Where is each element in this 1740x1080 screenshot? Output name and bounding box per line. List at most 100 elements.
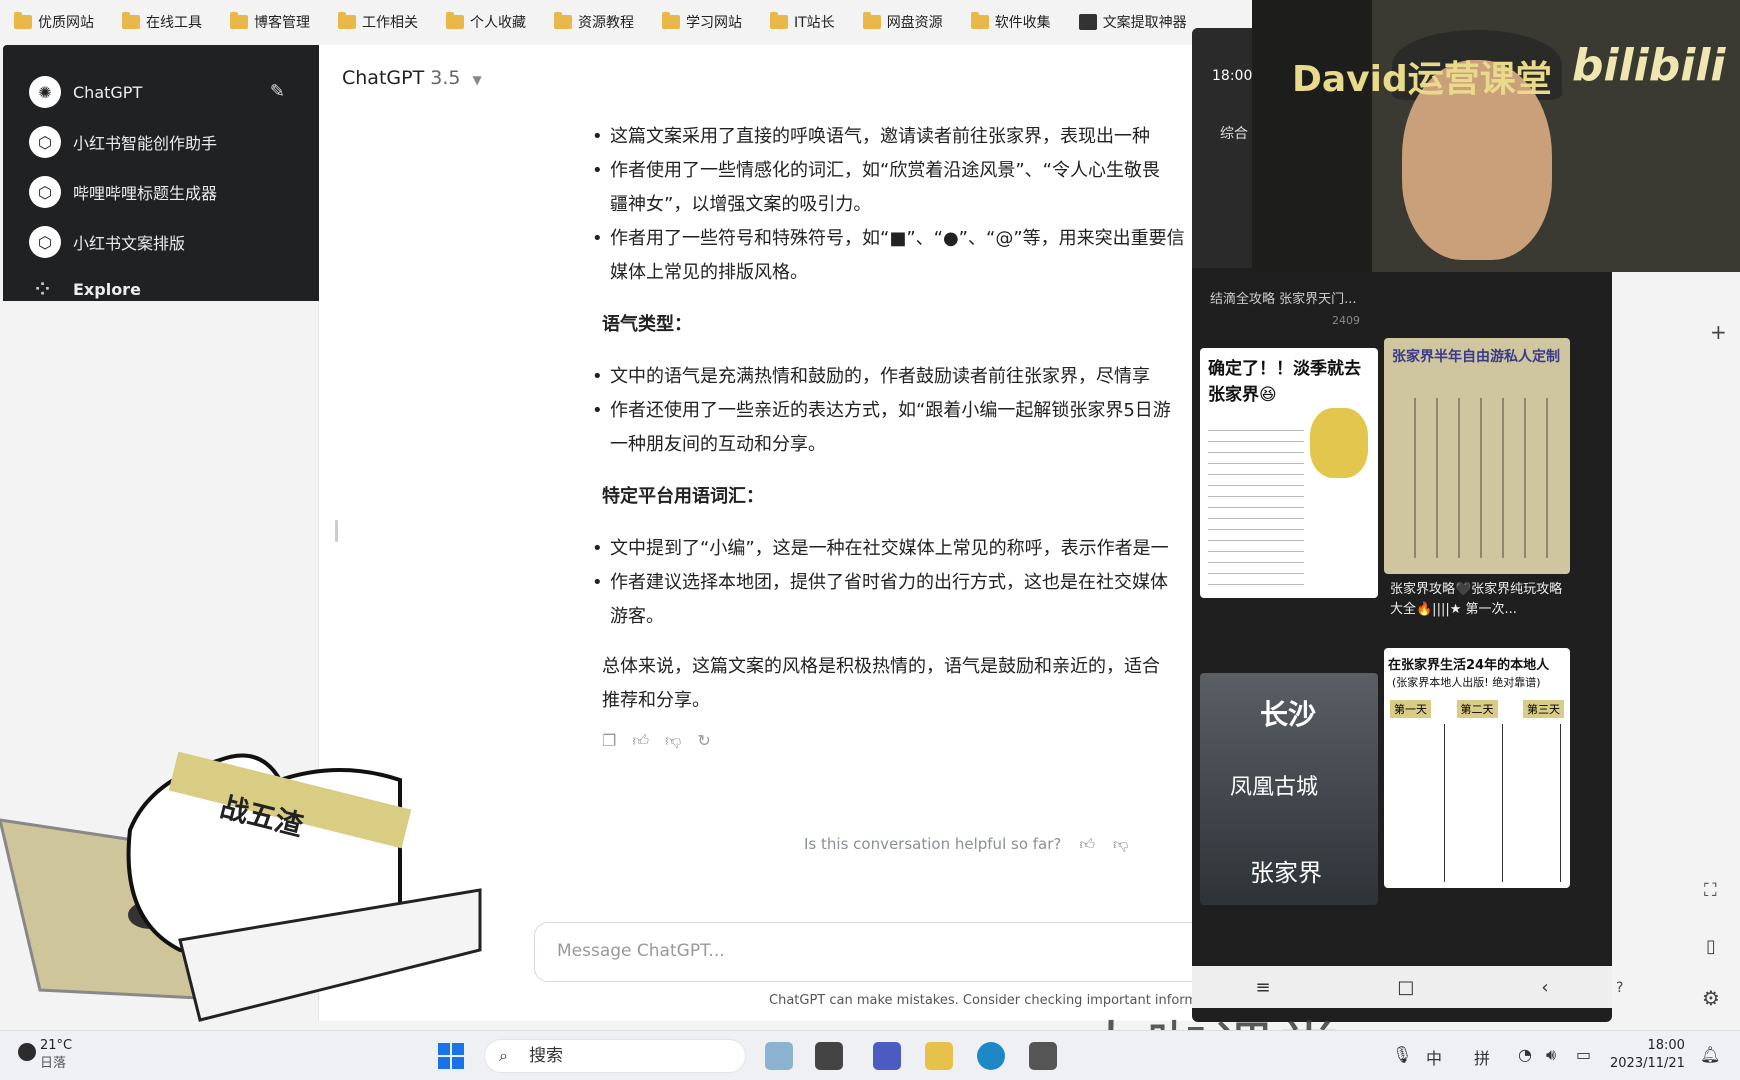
sidebar: ✺ ChatGPT ✎ ⬡ 小红书智能创作助手 ⬡ 哔哩哔哩标题生成器 ⬡ 小红… xyxy=(3,45,319,301)
bilibili-logo: bilibili xyxy=(1572,40,1726,91)
screenshot-icon[interactable]: ⛶ xyxy=(1704,880,1717,901)
bookmark-folder[interactable]: 软件收集 xyxy=(970,12,1051,32)
sidebar-item-label: 哔哩哔哩标题生成器 xyxy=(73,184,218,203)
bookmark-label: 网盘资源 xyxy=(886,15,943,31)
folder-icon xyxy=(554,12,572,29)
menu-icon[interactable]: ≡ xyxy=(1255,977,1270,998)
sidebar-item-gpt[interactable]: ⬡ 小红书智能创作助手 xyxy=(3,117,319,167)
post-card[interactable]: 在张家界生活24年的本地人 (张家界本地人出版! 绝对靠谱) 第一天 第二天 第… xyxy=(1384,648,1570,888)
bookmark-folder[interactable]: 个人收藏 xyxy=(446,12,526,32)
list-item-continuation: 媒体上常见的排版风格。 xyxy=(610,262,808,283)
microphone-icon[interactable]: 🎙︎ xyxy=(1392,1045,1412,1064)
thumbs-down-icon[interactable]: 👎︎ xyxy=(1113,835,1128,854)
ime-mode[interactable]: 中 xyxy=(1426,1045,1442,1069)
app-taskbar-icon[interactable] xyxy=(815,1042,843,1070)
taskbar-search[interactable]: ⌕ 搜索 xyxy=(484,1039,746,1073)
plus-icon[interactable]: + xyxy=(1710,320,1727,344)
windows-start-icon[interactable] xyxy=(438,1043,464,1069)
notification-bell-icon[interactable]: 🔔︎ xyxy=(1700,1045,1720,1064)
clock-date: 2023/11/21 xyxy=(1610,1056,1685,1071)
bookmark-folder[interactable]: 优质网站 xyxy=(14,12,94,32)
post-card[interactable]: 确定了！！淡季就去张家界😆 xyxy=(1200,348,1378,598)
sidebar-item-explore[interactable]: ⁘ Explore xyxy=(3,267,319,311)
wifi-icon[interactable]: ◔ xyxy=(1518,1045,1532,1064)
battery-icon[interactable]: ▭ xyxy=(1576,1045,1591,1064)
thumbs-up-icon[interactable]: 👍︎ xyxy=(632,724,649,758)
panel-icon[interactable]: ▯ xyxy=(1706,936,1716,957)
copy-icon[interactable]: ❐ xyxy=(602,724,616,758)
sidebar-item-label: ChatGPT xyxy=(73,82,143,102)
folder-icon xyxy=(662,12,680,29)
list-item: 这篇文案采用了直接的呼唤语气，邀请读者前往张家界，表现出一种 xyxy=(592,120,1202,154)
post-card[interactable]: 张家界半年自由游私人定制 xyxy=(1384,338,1570,574)
sidebar-item-chatgpt[interactable]: ✺ ChatGPT ✎ xyxy=(3,67,319,117)
folder-icon xyxy=(338,12,356,29)
bear-sticker-icon xyxy=(1310,408,1368,478)
summary-paragraph: 推荐和分享。 xyxy=(602,690,710,711)
app-taskbar-icon[interactable] xyxy=(765,1042,793,1070)
clock[interactable]: 18:00 2023/11/21 xyxy=(1610,1037,1685,1073)
itinerary-graphic xyxy=(1394,398,1560,558)
summary-paragraph: 总体来说，这篇文案的风格是积极热情的，语气是鼓励和亲近的，适合 xyxy=(602,656,1160,677)
scroll-indicator[interactable] xyxy=(335,520,338,542)
bookmark-label: 个人收藏 xyxy=(470,15,526,31)
screen: 优质网站 在线工具 博客管理 工作相关 个人收藏 资源教程 学习网站 IT站长 … xyxy=(0,0,1740,1080)
sidebar-item-label: 小红书智能创作助手 xyxy=(73,134,218,153)
gear-icon[interactable]: ⚙ xyxy=(1702,986,1720,1010)
bookmark-folder[interactable]: 网盘资源 xyxy=(862,12,943,32)
regenerate-icon[interactable]: ↻ xyxy=(697,724,710,758)
list-item: 作者建议选择本地团，提供了省时省力的出行方式，这也是在社交媒体 xyxy=(592,566,1202,600)
bookmark-folder[interactable]: 在线工具 xyxy=(122,12,202,32)
gpt-cube-icon: ⬡ xyxy=(29,176,61,208)
sidebar-item-gpt[interactable]: ⬡ 小红书文案排版 xyxy=(3,217,319,267)
post-title: 张家界半年自由游私人定制 xyxy=(1392,349,1560,365)
new-chat-icon[interactable]: ✎ xyxy=(270,81,285,102)
bookmarks-bar: 优质网站 在线工具 博客管理 工作相关 个人收藏 资源教程 学习网站 IT站长 … xyxy=(0,0,1260,44)
store-icon[interactable] xyxy=(1029,1042,1057,1070)
model-selector[interactable]: ChatGPT 3.5 ▼ xyxy=(342,67,482,89)
volume-icon[interactable]: 🔊︎ xyxy=(1546,1045,1556,1065)
day-label: 第三天 xyxy=(1523,700,1564,718)
post-card[interactable]: 长沙 凤凰古城 张家界 xyxy=(1200,673,1378,905)
thumbs-down-icon[interactable]: 👎︎ xyxy=(665,724,681,758)
weather-icon xyxy=(18,1043,36,1061)
help-icon[interactable]: ? xyxy=(1616,980,1623,996)
bookmark-label: 资源教程 xyxy=(578,15,634,31)
bookmark-link[interactable]: 文案提取神器 xyxy=(1078,12,1187,32)
message-input[interactable]: Message ChatGPT... xyxy=(534,922,1234,982)
bookmark-label: 学习网站 xyxy=(686,15,742,31)
weather-widget[interactable]: 21°C 日落 xyxy=(40,1037,72,1073)
back-icon[interactable]: ‹ xyxy=(1541,977,1548,998)
bookmark-label: 文案提取神器 xyxy=(1102,15,1187,31)
bookmark-folder[interactable]: 学习网站 xyxy=(662,12,742,32)
bookmark-folder[interactable]: 资源教程 xyxy=(554,12,634,32)
file-explorer-icon[interactable] xyxy=(925,1042,953,1070)
bookmark-folder[interactable]: IT站长 xyxy=(770,12,835,32)
sidebar-item-gpt[interactable]: ⬡ 哔哩哔哩标题生成器 xyxy=(3,167,319,217)
section-heading: 特定平台用语词汇： xyxy=(602,486,764,507)
search-label: 搜索 xyxy=(529,1046,563,1066)
bookmark-label: 在线工具 xyxy=(146,15,202,31)
folder-icon xyxy=(446,12,464,29)
thumbs-up-icon[interactable]: 👍︎ xyxy=(1079,835,1095,854)
bookmark-folder[interactable]: 工作相关 xyxy=(338,12,418,32)
app-icon xyxy=(1078,14,1097,30)
gpt-cube-icon: ⬡ xyxy=(29,126,61,158)
sidebar-item-label: 小红书文案排版 xyxy=(73,234,186,253)
post-caption: 结滴全攻略 张家界天门... xyxy=(1210,292,1357,307)
ime-pinyin[interactable]: 拼 xyxy=(1474,1045,1490,1069)
assistant-message: 这篇文案采用了直接的呼唤语气，邀请读者前往张家界，表现出一种 作者使用了一些情感… xyxy=(592,120,1202,758)
folder-icon xyxy=(122,12,140,29)
edge-browser-icon[interactable] xyxy=(977,1042,1005,1070)
feedback-label: Is this conversation helpful so far? xyxy=(804,835,1062,853)
home-icon[interactable]: □ xyxy=(1397,977,1414,998)
folder-icon xyxy=(862,12,881,29)
day-label: 第一天 xyxy=(1390,700,1431,718)
phone-tab[interactable]: 综合 xyxy=(1220,123,1248,143)
post-title: 长沙 xyxy=(1260,698,1317,731)
channel-brand: David运营课堂 xyxy=(1292,59,1552,100)
teams-icon[interactable] xyxy=(873,1042,901,1070)
list-item: 作者使用了一些情感化的词汇，如“欣赏着沿途风景”、“令人心生敬畏 xyxy=(592,154,1202,188)
bookmark-folder[interactable]: 博客管理 xyxy=(230,12,310,32)
post-title: 在张家界生活24年的本地人 xyxy=(1388,658,1550,673)
